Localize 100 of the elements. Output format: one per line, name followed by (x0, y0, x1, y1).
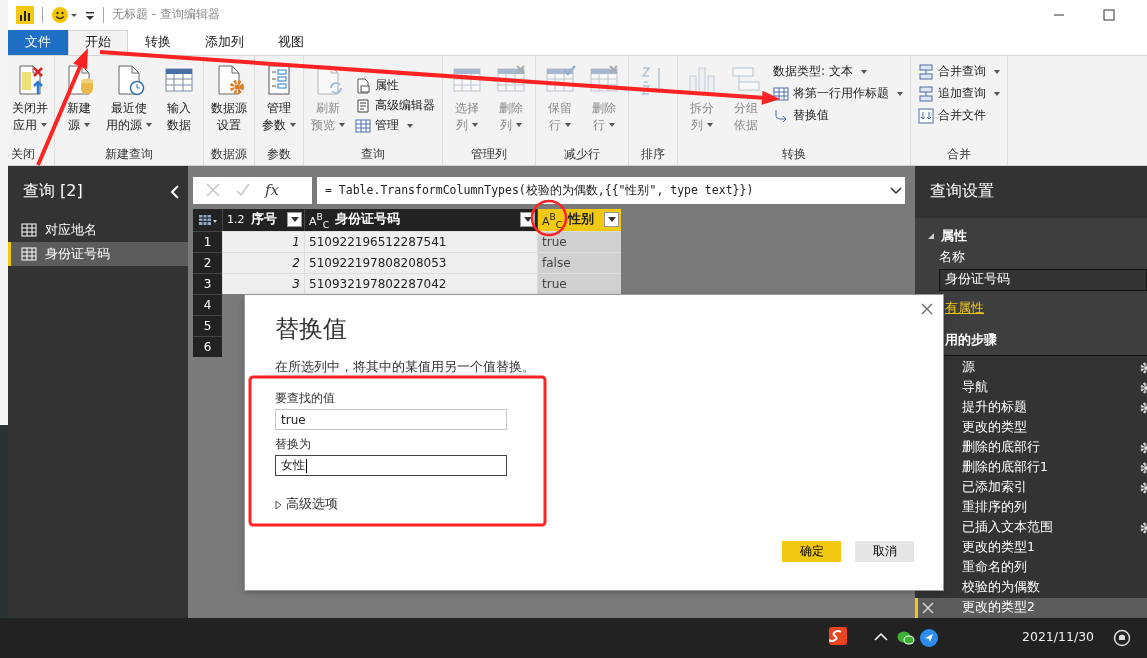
merge-icon (918, 63, 934, 80)
scroll-icon (355, 97, 371, 114)
annotation-circle (530, 199, 568, 237)
notification-icon[interactable] (1113, 629, 1131, 647)
ribbon-button[interactable]: 合并查询 (914, 61, 1004, 82)
table-cell: 1 (222, 231, 304, 252)
ok-button[interactable]: 确定 (782, 541, 841, 562)
ribbon-tab[interactable]: 开始 (68, 29, 128, 55)
ribbon-tab[interactable]: 添加列 (188, 29, 261, 55)
applied-step[interactable]: 删除的底部行 (915, 438, 1147, 458)
ribbon-button[interactable]: 合并文件 (914, 105, 1004, 126)
table-menu-icon[interactable] (193, 209, 222, 231)
applied-step[interactable]: 删除的底部行1 (915, 458, 1147, 478)
window-title: 无标题 - 查询编辑器 (112, 6, 220, 24)
ribbon-button[interactable]: 数据类型: 文本 (769, 61, 907, 82)
chat-icon[interactable] (897, 630, 915, 646)
ribbon-tab[interactable]: 视图 (261, 29, 321, 55)
group-label: 管理列 (470, 146, 508, 163)
caret-icon (994, 69, 1000, 74)
advanced-options-toggle[interactable]: 高级选项 (275, 496, 338, 513)
formula-field[interactable]: = Table.TransformColumnTypes(校验的为偶数,{{"性别", type text}}) (317, 177, 905, 204)
group-label: 排序 (640, 146, 666, 163)
query-item[interactable]: 身份证号码 (8, 242, 188, 266)
close-icon[interactable] (921, 303, 933, 315)
collapse-triangle-icon[interactable] (927, 232, 935, 241)
applied-step[interactable]: 更改的类型2 (915, 598, 1147, 618)
row-number: 2 (193, 252, 222, 273)
filter-icon[interactable] (604, 212, 619, 228)
maximize-icon[interactable] (1103, 8, 1115, 21)
clock[interactable]: 2021/11/30 (1022, 629, 1095, 644)
files-icon (918, 107, 934, 124)
replace-icon (773, 107, 789, 124)
expand-icon[interactable] (890, 187, 902, 195)
ribbon-button[interactable]: 替换值 (769, 105, 907, 126)
check-icon[interactable] (235, 182, 251, 199)
collapse-icon[interactable] (170, 185, 180, 199)
row-number: 5 (193, 315, 222, 336)
table-cell: 510922197808208053 (304, 252, 537, 273)
table-icon (21, 223, 37, 237)
ribbon-button[interactable]: 管理 (351, 115, 439, 136)
ribbon-button[interactable]: 数据源 设置 (207, 59, 251, 145)
ribbon-button[interactable]: 追加查询 (914, 83, 1004, 104)
row-number: 1 (193, 231, 222, 252)
append-icon (918, 85, 934, 102)
table-cell: 3 (222, 273, 304, 294)
caret-icon (994, 91, 1000, 96)
dialog-title: 替换值 (275, 314, 348, 345)
ribbon-button[interactable]: 输入 数据 (158, 59, 200, 145)
ribbon-button[interactable]: 高级编辑器 (351, 95, 439, 116)
input-field[interactable]: true (275, 409, 507, 430)
panel-title: 查询 [2] (23, 181, 83, 203)
group-label: 关闭 (10, 146, 36, 163)
input-method-icon[interactable] (829, 627, 847, 645)
column-header[interactable]: A$^{B}$$_{C}$ 性别 (537, 209, 621, 231)
applied-step[interactable]: 导航 (915, 378, 1147, 398)
column-header[interactable]: A$^{B}$$_{C}$ 身份证号码 (304, 209, 537, 231)
expand-triangle-icon[interactable] (275, 499, 282, 510)
table-cell: 2 (222, 252, 304, 273)
caret-icon (41, 123, 47, 128)
caret-icon (472, 123, 478, 128)
input-field[interactable]: 女性 (275, 455, 507, 476)
applied-step[interactable]: 提升的标题 (915, 398, 1147, 418)
applied-step[interactable]: 源 (915, 358, 1147, 378)
all-properties-link[interactable]: 有属性 (945, 300, 984, 315)
group-label: 减少行 (563, 146, 601, 163)
table-icon (21, 247, 37, 261)
document-icon (355, 77, 371, 94)
dialog-description: 在所选列中，将其中的某值用另一个值替换。 (275, 359, 536, 376)
caret-icon (609, 123, 615, 128)
field-label: 替换为 (275, 436, 312, 453)
delete-icon[interactable] (922, 602, 934, 614)
caret-icon (860, 69, 867, 74)
caret-icon (707, 123, 713, 128)
filter-icon[interactable] (287, 212, 302, 228)
ribbon-button[interactable]: 最近使 用的源 (102, 59, 156, 145)
ribbon-button[interactable]: 关闭并 应用 (9, 59, 51, 145)
ribbon-tab[interactable]: 文件 (8, 29, 68, 55)
name-field[interactable]: 身份证号码 (939, 269, 1147, 291)
field-label: 名称 (938, 248, 966, 266)
applied-step[interactable]: 已插入文本范围 (915, 518, 1147, 538)
column-header[interactable]: 1.2 序号 (222, 209, 304, 231)
group-label: 数据源 (210, 146, 248, 163)
field-label: 要查找的值 (275, 390, 336, 407)
row-number: 6 (193, 336, 222, 357)
cancel-button[interactable]: 取消 (855, 541, 914, 562)
send-icon[interactable] (920, 629, 938, 647)
app-logo-icon (16, 5, 34, 24)
query-item[interactable]: 对应地名 (8, 218, 188, 242)
table-icon (773, 85, 789, 102)
table-icon (355, 117, 371, 134)
group-label: 查询 (360, 146, 386, 163)
smiley-icon[interactable] (51, 5, 79, 24)
group-label: 参数 (266, 146, 292, 163)
group-label: 合并 (946, 146, 972, 163)
caret-up-icon[interactable] (874, 632, 888, 642)
section-heading: 用的步骤 (945, 332, 997, 347)
ribbon-tab[interactable]: 转换 (128, 29, 188, 55)
caret-icon (565, 123, 571, 128)
row-number: 4 (193, 294, 222, 315)
applied-step[interactable]: 已添加索引 (915, 478, 1147, 498)
